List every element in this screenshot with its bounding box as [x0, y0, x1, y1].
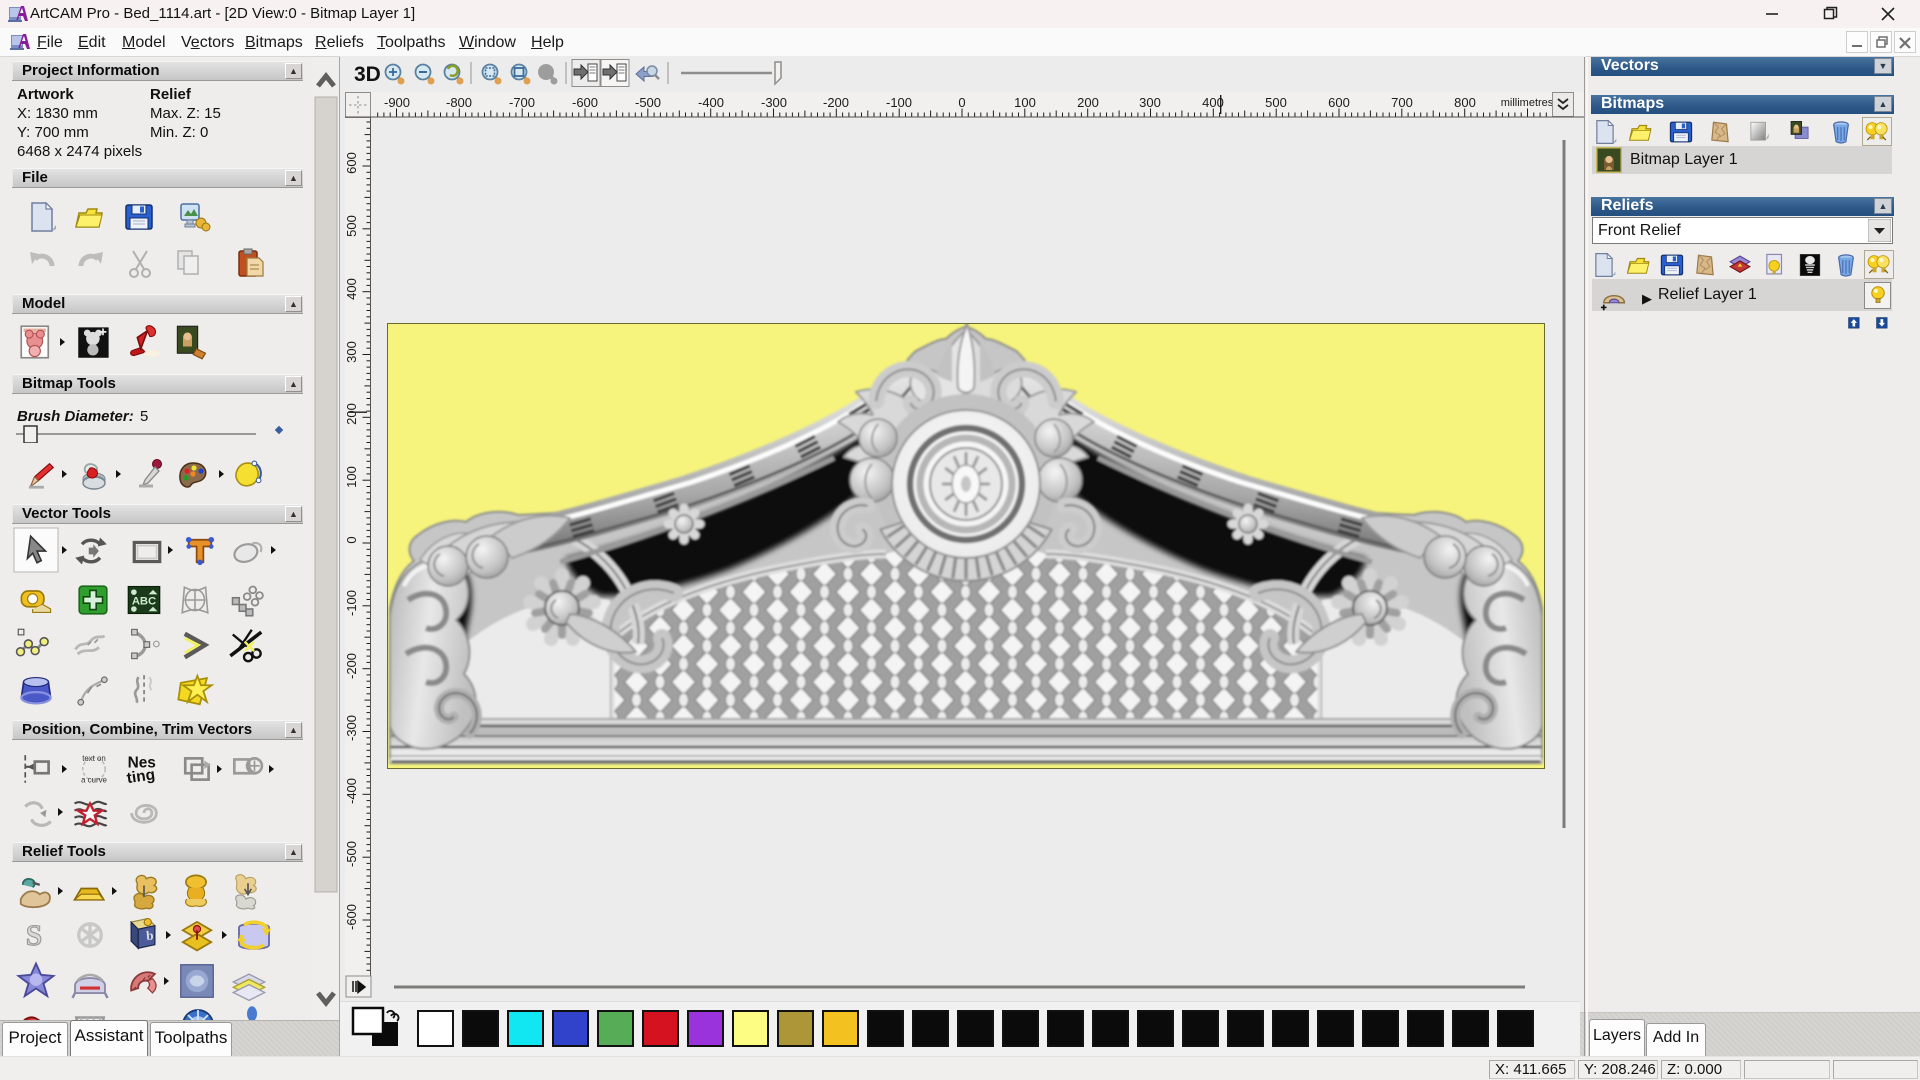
svg-text:-300: -300 — [761, 95, 787, 110]
svg-text:600: 600 — [344, 152, 359, 174]
svg-text:-600: -600 — [344, 904, 359, 930]
svg-text:-100: -100 — [886, 95, 912, 110]
svg-text:400: 400 — [344, 278, 359, 300]
svg-text:-200: -200 — [823, 95, 849, 110]
svg-text:600: 600 — [1328, 95, 1350, 110]
svg-text:800: 800 — [1454, 95, 1476, 110]
svg-text:-200: -200 — [344, 653, 359, 679]
svg-text:-500: -500 — [635, 95, 661, 110]
svg-text:700: 700 — [1391, 95, 1413, 110]
svg-text:3D: 3D — [354, 63, 381, 86]
svg-text:-800: -800 — [446, 95, 472, 110]
svg-text:-600: -600 — [572, 95, 598, 110]
svg-text:-100: -100 — [344, 590, 359, 616]
svg-text:millimetres: millimetres — [1501, 97, 1554, 109]
svg-text:300: 300 — [1139, 95, 1161, 110]
svg-text:-400: -400 — [344, 778, 359, 804]
svg-text:-500: -500 — [344, 841, 359, 867]
svg-text:b: b — [146, 927, 154, 942]
svg-text:500: 500 — [1265, 95, 1287, 110]
svg-text:200: 200 — [1077, 95, 1099, 110]
svg-text:text on: text on — [82, 754, 106, 763]
svg-text:100: 100 — [344, 466, 359, 488]
svg-text:S: S — [26, 920, 42, 952]
svg-text:500: 500 — [344, 215, 359, 237]
svg-text:ting: ting — [126, 766, 156, 787]
svg-text:0: 0 — [344, 536, 359, 543]
svg-text:a curve: a curve — [81, 776, 107, 785]
svg-text:-300: -300 — [344, 715, 359, 741]
svg-text:200: 200 — [344, 403, 359, 425]
svg-text:100: 100 — [1014, 95, 1036, 110]
svg-text:ABC: ABC — [132, 596, 156, 608]
svg-text:0: 0 — [958, 95, 965, 110]
svg-text:-400: -400 — [698, 95, 724, 110]
svg-text:300: 300 — [344, 341, 359, 363]
svg-text:-900: -900 — [384, 95, 410, 110]
svg-text:-700: -700 — [509, 95, 535, 110]
